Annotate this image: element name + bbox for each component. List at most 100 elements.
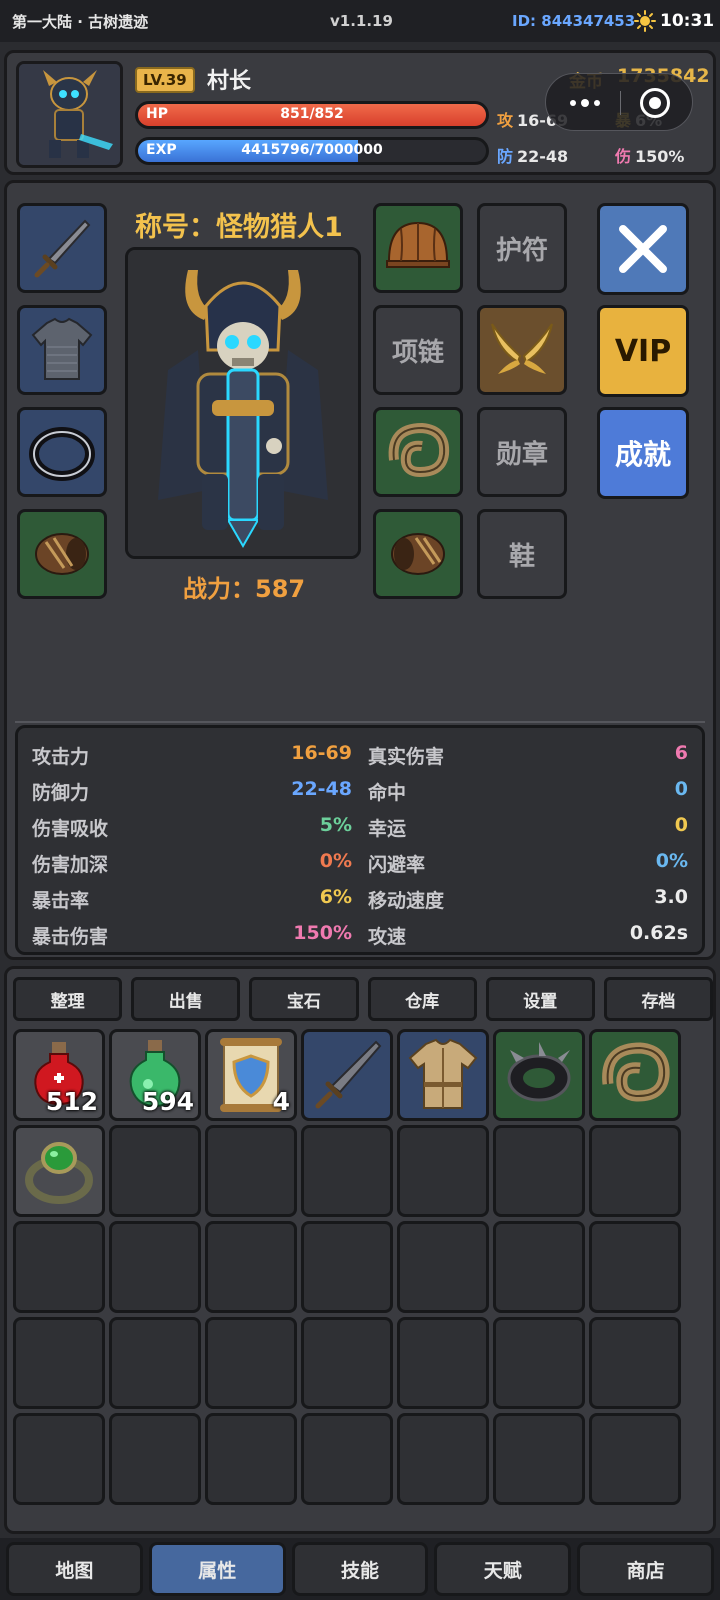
inventory-slot[interactable] bbox=[493, 1221, 585, 1313]
stat-label: 攻击力 bbox=[32, 746, 90, 768]
shoes-slot[interactable]: 鞋 bbox=[477, 509, 567, 599]
amulet-slot[interactable]: 护符 bbox=[477, 203, 567, 293]
nav-skills[interactable]: 技能 bbox=[291, 1542, 429, 1596]
sort-button[interactable]: 整理 bbox=[13, 977, 123, 1021]
inventory-slot[interactable] bbox=[397, 1125, 489, 1217]
inventory-slot[interactable] bbox=[205, 1317, 297, 1409]
stat-row: 伤害加深 0% bbox=[32, 850, 352, 880]
bracer-slot[interactable] bbox=[17, 509, 107, 599]
inventory-slot[interactable] bbox=[493, 1413, 585, 1505]
stat-label: 闪避率 bbox=[368, 854, 426, 876]
inventory-slot[interactable] bbox=[13, 1317, 105, 1409]
defense-mini-label: 防 bbox=[497, 147, 514, 166]
inventory-slot[interactable] bbox=[397, 1029, 489, 1121]
medal-slot-label: 勋章 bbox=[495, 439, 548, 470]
warehouse-button[interactable]: 仓库 bbox=[367, 977, 477, 1021]
vip-button-label: VIP bbox=[614, 333, 672, 369]
inventory-slot[interactable] bbox=[109, 1125, 201, 1217]
inventory-slot[interactable]: 512 bbox=[13, 1029, 105, 1121]
inventory-slot[interactable] bbox=[205, 1221, 297, 1313]
nav-talents[interactable]: 天赋 bbox=[434, 1542, 572, 1596]
inventory-slot[interactable] bbox=[397, 1221, 489, 1313]
nav-shop[interactable]: 商店 bbox=[577, 1542, 714, 1596]
inventory-slot[interactable] bbox=[589, 1029, 681, 1121]
vip-button[interactable]: VIP bbox=[597, 305, 689, 397]
inventory-slot[interactable] bbox=[301, 1029, 393, 1121]
gem-button[interactable]: 宝石 bbox=[249, 977, 359, 1021]
close-program-icon[interactable] bbox=[640, 88, 670, 118]
medal-slot[interactable]: 勋章 bbox=[477, 407, 567, 497]
combat-power: 战力：587 bbox=[183, 575, 306, 603]
inventory-slot[interactable] bbox=[301, 1317, 393, 1409]
stat-row: 攻速 0.62s bbox=[368, 922, 688, 952]
bottom-nav: 地图 属性 技能 天赋 商店 bbox=[0, 1538, 720, 1600]
stat-row: 闪避率 0% bbox=[368, 850, 688, 880]
inventory-slot[interactable] bbox=[397, 1317, 489, 1409]
necklace-slot-label: 项链 bbox=[391, 337, 444, 368]
inventory-slot[interactable] bbox=[109, 1221, 201, 1313]
helmet-slot[interactable] bbox=[373, 203, 463, 293]
settings-button[interactable]: 设置 bbox=[485, 977, 595, 1021]
necklace-slot[interactable]: 项链 bbox=[373, 305, 463, 395]
item-count: 4 bbox=[272, 1087, 290, 1116]
inventory-slot[interactable] bbox=[301, 1125, 393, 1217]
inventory-slot[interactable] bbox=[205, 1125, 297, 1217]
inventory-slot[interactable] bbox=[589, 1125, 681, 1217]
nav-map[interactable]: 地图 bbox=[6, 1542, 143, 1596]
damage-mini-label: 伤 bbox=[615, 147, 632, 166]
inventory-slot[interactable] bbox=[493, 1029, 585, 1121]
close-button[interactable] bbox=[597, 203, 689, 295]
inventory-slot[interactable] bbox=[589, 1413, 681, 1505]
stat-value: 3.0 bbox=[654, 886, 688, 908]
bracer-slot-2[interactable] bbox=[373, 509, 463, 599]
save-button[interactable]: 存档 bbox=[603, 977, 713, 1021]
stat-value: 0 bbox=[674, 778, 688, 800]
horn-ring-icon bbox=[602, 1042, 670, 1102]
inventory-toolbar: 整理 出售 宝石 仓库 设置 存档 bbox=[13, 977, 713, 1021]
damage-mini-stat: 伤 150% bbox=[615, 143, 684, 167]
inventory-slot[interactable] bbox=[301, 1221, 393, 1313]
shoes-slot-label: 鞋 bbox=[508, 541, 535, 572]
defense-mini-value: 22-48 bbox=[517, 147, 569, 166]
armor-slot[interactable] bbox=[17, 305, 107, 395]
weapon-slot[interactable] bbox=[17, 203, 107, 293]
wings-slot[interactable] bbox=[477, 305, 567, 395]
sell-button[interactable]: 出售 bbox=[131, 977, 241, 1021]
stat-label: 真实伤害 bbox=[368, 746, 445, 768]
inventory-slot[interactable]: 594 bbox=[109, 1029, 201, 1121]
inventory-slot[interactable] bbox=[205, 1413, 297, 1505]
stat-label: 暴击率 bbox=[32, 890, 90, 912]
stat-label: 伤害吸收 bbox=[32, 818, 109, 840]
ring-slot[interactable] bbox=[17, 407, 107, 497]
inventory-slot[interactable] bbox=[13, 1413, 105, 1505]
mini-program-capsule bbox=[545, 73, 693, 131]
inventory-slot[interactable] bbox=[301, 1413, 393, 1505]
inventory-slot[interactable] bbox=[13, 1125, 105, 1217]
character-portrait bbox=[125, 247, 361, 559]
achievement-button[interactable]: 成就 bbox=[597, 407, 689, 499]
inventory-slot[interactable] bbox=[493, 1317, 585, 1409]
skeleton-knight-portrait-icon bbox=[128, 250, 358, 556]
inventory-slot[interactable] bbox=[493, 1125, 585, 1217]
inventory-slot[interactable] bbox=[109, 1413, 201, 1505]
user-id-label: ID: 844347453 bbox=[512, 12, 636, 30]
stat-row: 幸运 0 bbox=[368, 814, 688, 844]
inventory-slot[interactable] bbox=[589, 1221, 681, 1313]
inventory-slot[interactable] bbox=[109, 1317, 201, 1409]
stat-label: 伤害加深 bbox=[32, 854, 109, 876]
chainmail-icon bbox=[31, 317, 93, 380]
inventory-slot[interactable] bbox=[397, 1413, 489, 1505]
inventory-slot[interactable] bbox=[13, 1221, 105, 1313]
ring-slot-2[interactable] bbox=[373, 407, 463, 497]
damage-mini-value: 150% bbox=[635, 147, 685, 166]
item-count: 512 bbox=[45, 1087, 98, 1116]
equipment-panel: 称号：怪物猎人1 战力：587 项链 护符 勋章 鞋 VIP 成就 攻击力 16… bbox=[4, 180, 716, 960]
inventory-slot[interactable]: 4 bbox=[205, 1029, 297, 1121]
inventory-slot[interactable] bbox=[589, 1317, 681, 1409]
more-menu-icon[interactable] bbox=[570, 99, 600, 107]
avatar[interactable] bbox=[16, 61, 123, 168]
capsule-divider bbox=[620, 91, 621, 115]
stat-value: 6 bbox=[674, 742, 688, 764]
stat-row: 真实伤害 6 bbox=[368, 742, 688, 772]
nav-attributes[interactable]: 属性 bbox=[148, 1542, 286, 1596]
